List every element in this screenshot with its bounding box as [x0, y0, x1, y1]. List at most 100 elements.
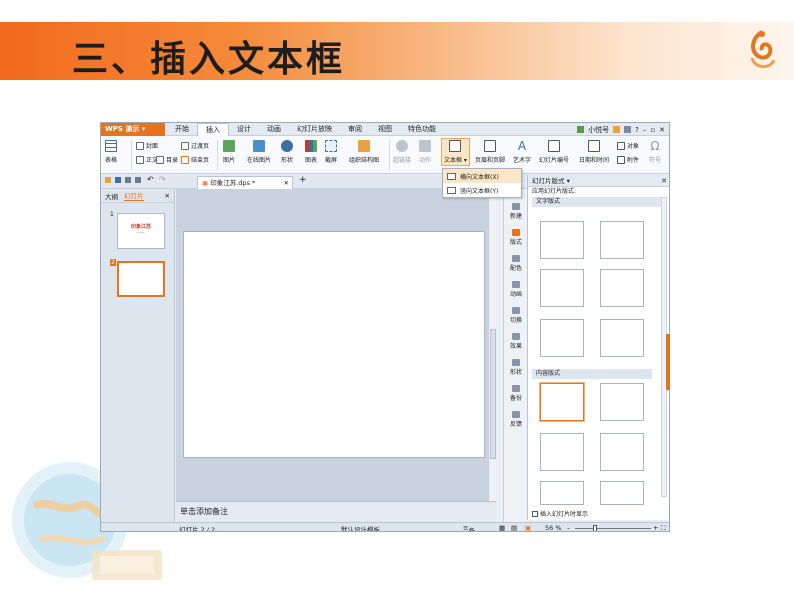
- tab-special[interactable]: 特色功能: [400, 123, 444, 136]
- zoom-slider-thumb[interactable]: [593, 525, 597, 531]
- redo-icon[interactable]: ↷: [159, 175, 166, 184]
- attachment-button[interactable]: 附件: [617, 155, 639, 164]
- rail-feedback[interactable]: 反馈: [504, 411, 528, 428]
- help-icon[interactable]: ?: [635, 126, 639, 134]
- screenshot-icon: [325, 140, 337, 152]
- maximize-icon[interactable]: ▫: [650, 126, 655, 134]
- undo-icon[interactable]: ↶: [147, 175, 154, 184]
- show-on-insert-checkbox[interactable]: 插入幻灯片时显示: [532, 509, 588, 518]
- textbox-button[interactable]: 文本框 ▾: [441, 138, 470, 166]
- layout-thumb[interactable]: [600, 269, 644, 307]
- layout-thumb[interactable]: [600, 383, 644, 421]
- notes-toggle[interactable]: ≡ 备注: [463, 524, 475, 531]
- rail-shape[interactable]: 形状: [504, 359, 528, 376]
- catalog-button[interactable]: 目录: [156, 155, 178, 164]
- textbox-label: 文本框 ▾: [444, 157, 467, 164]
- layout-thumb[interactable]: [540, 221, 584, 259]
- chart-button[interactable]: 图表: [305, 140, 317, 164]
- document-tab[interactable]: ▣ 印象江苏.dps * ✕: [197, 176, 293, 189]
- settings-icon[interactable]: [624, 126, 632, 133]
- online-picture-button[interactable]: 在线图片: [247, 140, 271, 164]
- rail-color[interactable]: 配色: [504, 255, 528, 272]
- menu-item-vertical-textbox[interactable]: 竖向文本框(Y): [443, 183, 521, 197]
- layout-thumb[interactable]: [540, 433, 584, 471]
- tab-slideshow[interactable]: 幻灯片放映: [289, 123, 340, 136]
- layout-pane-close-icon[interactable]: ✕: [661, 175, 667, 187]
- scrollbar-thumb[interactable]: [490, 329, 496, 459]
- slide-title: 三、插入文本框: [72, 39, 346, 80]
- table-button[interactable]: 表格: [105, 140, 117, 164]
- fit-window-icon[interactable]: ⛶: [661, 524, 666, 531]
- cover-button[interactable]: 封面: [136, 141, 158, 150]
- wordart-button[interactable]: A 艺术字: [513, 140, 531, 164]
- layout-thumb[interactable]: [600, 221, 644, 259]
- layout-thumb[interactable]: [540, 319, 584, 357]
- rail-backup[interactable]: 备份: [504, 385, 528, 402]
- rail-effect[interactable]: 效果: [504, 333, 528, 350]
- rail-layout[interactable]: 版式: [504, 229, 528, 246]
- edit-scrollbar[interactable]: [488, 189, 496, 501]
- tab-outline[interactable]: 大纲: [105, 191, 118, 201]
- tab-animation[interactable]: 动画: [259, 123, 289, 136]
- save-icon[interactable]: [115, 177, 121, 183]
- skin-icon[interactable]: [613, 126, 621, 133]
- end-page-button[interactable]: 结束页: [181, 155, 209, 164]
- minimize-icon[interactable]: –: [643, 126, 647, 134]
- rail-transition[interactable]: 切换: [504, 307, 528, 324]
- layout-thumb[interactable]: [600, 319, 644, 357]
- layout-thumb-selected[interactable]: [540, 383, 584, 421]
- preview-icon[interactable]: [135, 177, 141, 183]
- title-bar: WPS 演示 ▾ 开始 插入 设计 动画 幻灯片放映 审阅 视图 特色功能 小悦…: [101, 123, 669, 136]
- print-icon[interactable]: [125, 177, 131, 183]
- slide-canvas[interactable]: [184, 232, 484, 457]
- symbol-button[interactable]: Ω 符号: [649, 140, 661, 164]
- tab-review[interactable]: 审阅: [340, 123, 370, 136]
- open-icon[interactable]: [105, 177, 111, 183]
- document-tab-close-icon[interactable]: ✕: [284, 177, 289, 189]
- tab-slides[interactable]: 幻灯片: [124, 190, 144, 201]
- layout-thumb[interactable]: [600, 481, 644, 505]
- end-page-label: 结束页: [191, 157, 210, 164]
- org-chart-button[interactable]: 组织结构图: [349, 140, 379, 164]
- rail-new-label: 新建: [509, 213, 522, 220]
- tab-home[interactable]: 开始: [167, 123, 197, 136]
- hyperlink-button[interactable]: 超链接: [393, 140, 411, 164]
- screenshot-button[interactable]: 截屏: [325, 140, 337, 164]
- slide-thumbnail-1[interactable]: 印象江苏 ——: [117, 213, 165, 249]
- notes-area[interactable]: 单击添加备注: [176, 501, 496, 522]
- user-icon[interactable]: [577, 126, 585, 133]
- online-picture-label: 在线图片: [247, 157, 272, 164]
- layout-thumb[interactable]: [540, 481, 584, 505]
- new-tab-icon[interactable]: +: [299, 175, 307, 185]
- slide-thumbnail-2[interactable]: [117, 261, 165, 297]
- object-button[interactable]: 对象: [617, 141, 639, 150]
- text-button[interactable]: 正文: [136, 155, 158, 164]
- slide-number-button[interactable]: 幻灯片编号: [539, 140, 569, 164]
- zoom-in-icon[interactable]: +: [653, 524, 658, 531]
- rail-layout-label: 版式: [509, 239, 522, 246]
- thumb-pane-close-icon[interactable]: ✕: [165, 192, 170, 200]
- table-label: 表格: [105, 157, 118, 164]
- rail-new[interactable]: 新建: [504, 203, 528, 220]
- zoom-out-icon[interactable]: –: [567, 524, 570, 531]
- layout-thumb[interactable]: [600, 433, 644, 471]
- layout-thumb[interactable]: [540, 269, 584, 307]
- slideshow-icon[interactable]: ▣: [525, 524, 531, 531]
- menu-item-horizontal-textbox[interactable]: 横向文本框(X): [443, 169, 521, 183]
- tab-insert[interactable]: 插入: [197, 123, 229, 136]
- zoom-slider[interactable]: [575, 528, 651, 529]
- shape-button[interactable]: 形状: [281, 140, 293, 164]
- date-time-button[interactable]: 日期和时间: [579, 140, 609, 164]
- tab-design[interactable]: 设计: [229, 123, 259, 136]
- normal-view-icon[interactable]: ▦: [499, 524, 505, 531]
- transition-page-button[interactable]: 过渡页: [181, 141, 209, 150]
- header-footer-button[interactable]: 页眉和页脚: [475, 140, 505, 164]
- rail-animation[interactable]: 动画: [504, 281, 528, 298]
- action-button[interactable]: 动作: [419, 140, 431, 164]
- sorter-view-icon[interactable]: ▤: [511, 524, 517, 531]
- close-icon[interactable]: ✕: [659, 126, 665, 134]
- tab-view[interactable]: 视图: [370, 123, 400, 136]
- picture-button[interactable]: 图片: [223, 140, 235, 164]
- wps-app-menu-button[interactable]: WPS 演示 ▾: [101, 123, 165, 136]
- account-name[interactable]: 小悦号: [588, 125, 609, 135]
